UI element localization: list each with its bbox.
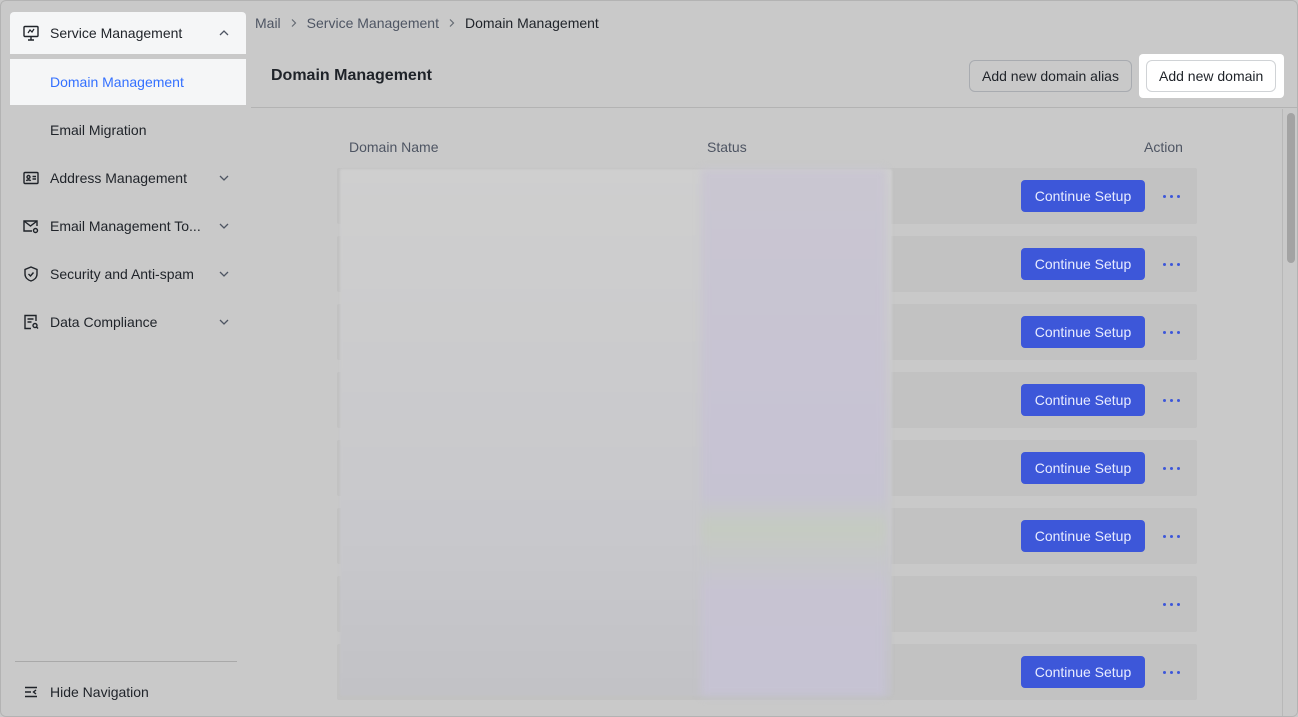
more-actions-icon[interactable] [1157,524,1185,548]
sidebar-item-label: Data Compliance [50,314,158,330]
monitor-icon [22,24,40,42]
sidebar-item-address-management[interactable]: Address Management [10,157,246,199]
page-title: Domain Management [271,67,432,84]
continue-setup-button[interactable]: Continue Setup [1021,248,1145,280]
sidebar-item-domain-management[interactable]: Domain Management [10,59,246,105]
vertical-scrollbar[interactable] [1282,109,1297,716]
chevron-right-icon [447,18,457,28]
breadcrumb: Mail Service Management Domain Managemen… [255,13,599,33]
continue-setup-button[interactable]: Continue Setup [1021,180,1145,212]
sidebar: Service Management Domain Management Ema… [2,2,250,716]
more-actions-icon[interactable] [1157,252,1185,276]
sidebar-item-label: Service Management [50,25,183,41]
chevron-down-icon [216,266,232,282]
more-actions-icon[interactable] [1157,660,1185,684]
breadcrumb-service-management[interactable]: Service Management [307,15,439,31]
scrollbar-thumb[interactable] [1287,113,1295,263]
chevron-right-icon [289,18,299,28]
continue-setup-button[interactable]: Continue Setup [1021,656,1145,688]
redacted-status-values [701,169,886,696]
page-header: Domain Management Add new domain alias A… [251,44,1297,108]
add-domain-alias-button[interactable]: Add new domain alias [969,60,1132,92]
shield-icon [22,265,40,283]
sidebar-item-label: Address Management [50,170,187,186]
chevron-down-icon [216,218,232,234]
more-actions-icon[interactable] [1157,320,1185,344]
breadcrumb-mail[interactable]: Mail [255,15,281,31]
more-actions-icon[interactable] [1157,456,1185,480]
breadcrumb-current: Domain Management [464,15,599,31]
mail-settings-icon [22,217,40,235]
sidebar-item-label: Security and Anti-spam [50,266,194,282]
chevron-down-icon [216,170,232,186]
id-card-icon [22,169,40,187]
sidebar-item-label: Email Management To... [50,218,201,234]
continue-setup-button[interactable]: Continue Setup [1021,384,1145,416]
document-search-icon [22,313,40,331]
sidebar-item-label: Domain Management [50,74,184,90]
sidebar-item-label: Email Migration [50,122,147,138]
sidebar-item-email-management-tools[interactable]: Email Management To... [10,205,246,247]
main-panel: Domain Management Add new domain alias A… [251,44,1297,716]
chevron-down-icon [216,314,232,330]
domain-table: Domain Name Status Action Continue Setup… [251,109,1281,716]
more-actions-icon[interactable] [1157,184,1185,208]
more-actions-icon[interactable] [1157,388,1185,412]
hide-navigation-label: Hide Navigation [50,684,149,700]
sidebar-item-service-management[interactable]: Service Management [10,12,246,54]
sidebar-item-email-migration[interactable]: Email Migration [10,107,246,153]
more-actions-icon[interactable] [1157,592,1185,616]
collapse-menu-icon [22,683,40,701]
column-header-action: Action [1144,139,1183,155]
add-domain-button[interactable]: Add new domain [1146,60,1277,92]
column-header-status: Status [707,139,747,155]
hide-navigation-button[interactable]: Hide Navigation [10,674,246,710]
chevron-up-icon [216,25,232,41]
sidebar-item-data-compliance[interactable]: Data Compliance [10,301,246,343]
sidebar-item-security-anti-spam[interactable]: Security and Anti-spam [10,253,246,295]
continue-setup-button[interactable]: Continue Setup [1021,452,1145,484]
continue-setup-button[interactable]: Continue Setup [1021,520,1145,552]
app-window: Service Management Domain Management Ema… [0,0,1298,717]
column-header-domain-name: Domain Name [349,139,439,155]
continue-setup-button[interactable]: Continue Setup [1021,316,1145,348]
sidebar-divider [15,661,237,662]
